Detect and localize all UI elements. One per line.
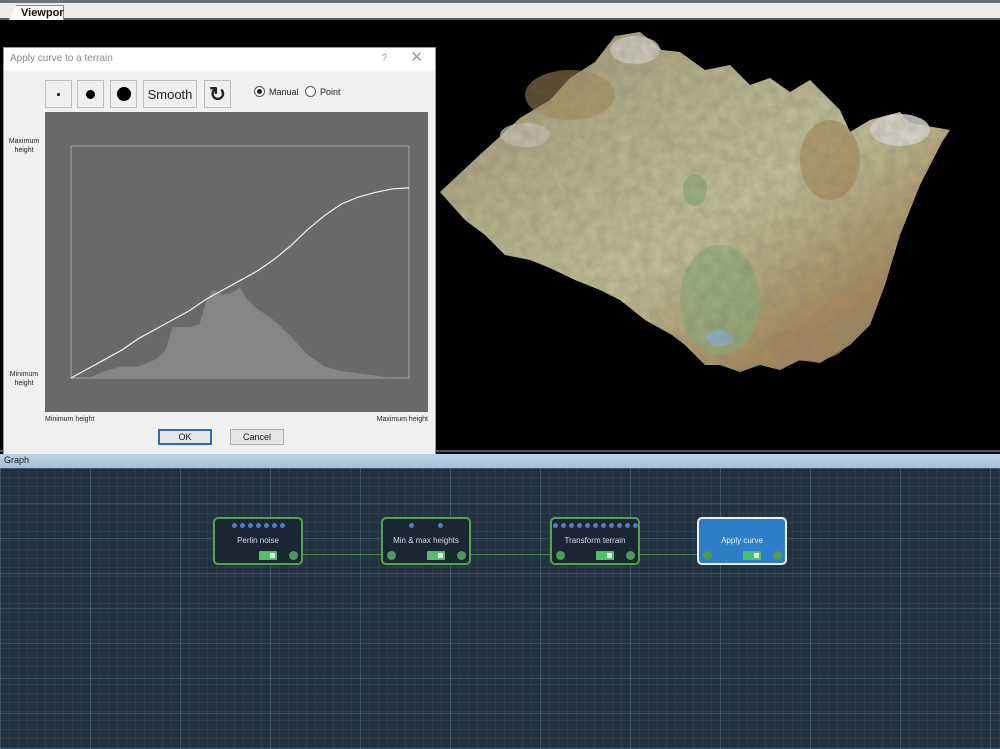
mode-manual-label: Manual <box>269 86 299 97</box>
edge-transform-to-applycurve <box>637 554 701 555</box>
input-ports <box>215 523 301 528</box>
mode-manual-radio[interactable]: Manual <box>254 86 299 97</box>
curve-editor-panel[interactable] <box>45 112 428 412</box>
edge-perlin-to-minmax <box>300 554 384 555</box>
reset-icon: ↻ <box>209 83 226 106</box>
ok-button[interactable]: OK <box>158 429 212 445</box>
input-port[interactable] <box>632 523 638 528</box>
node-title: Perlin noise <box>237 536 279 545</box>
y-min-label: Minimum height <box>6 370 42 388</box>
large-dot-icon <box>116 87 131 101</box>
input-ports <box>552 523 638 528</box>
graph-node-min-max-heights[interactable]: Min & max heights <box>381 517 471 565</box>
dialog-title-bar: Apply curve to a terrain ? ✕ <box>4 48 435 71</box>
output-port[interactable] <box>626 551 635 560</box>
dialog-title: Apply curve to a terrain <box>10 53 113 64</box>
input-port[interactable] <box>560 523 566 528</box>
graph-node-transform-terrain[interactable]: Transform terrain <box>550 517 640 565</box>
cancel-button[interactable]: Cancel <box>230 429 284 445</box>
input-port[interactable] <box>438 523 443 528</box>
height-histogram-area <box>71 287 409 378</box>
input-port[interactable] <box>409 523 414 528</box>
input-port[interactable] <box>255 523 261 528</box>
tab-strip: Viewport <box>0 0 1000 22</box>
y-max-label-line1: Maximum <box>8 138 40 145</box>
input-port[interactable] <box>239 523 245 528</box>
enable-toggle[interactable] <box>743 551 761 560</box>
enable-toggle[interactable] <box>259 551 277 560</box>
input-port[interactable] <box>247 523 253 528</box>
left-port[interactable] <box>703 551 712 560</box>
node-title: Apply curve <box>721 536 763 545</box>
output-port[interactable] <box>289 551 298 560</box>
node-title: Min & max heights <box>393 536 459 545</box>
input-port[interactable] <box>600 523 606 528</box>
enable-toggle[interactable] <box>427 551 445 560</box>
graph-panel-header: Graph <box>0 454 1000 468</box>
medium-dot-icon <box>86 89 95 99</box>
radio-selected-icon <box>254 86 265 97</box>
node-title: Transform terrain <box>564 536 626 545</box>
output-port[interactable] <box>457 551 466 560</box>
input-port[interactable] <box>279 523 285 528</box>
input-port[interactable] <box>568 523 574 528</box>
x-max-label: Maximum height <box>376 416 428 423</box>
input-port[interactable] <box>231 523 237 528</box>
brush-medium-button[interactable] <box>77 80 104 108</box>
input-port[interactable] <box>263 523 269 528</box>
input-port[interactable] <box>592 523 598 528</box>
edge-minmax-to-transform <box>468 554 552 555</box>
reset-button[interactable]: ↻ <box>204 80 231 108</box>
y-max-label-line2: height <box>14 147 34 154</box>
mode-point-label: Point <box>320 86 341 97</box>
input-port[interactable] <box>624 523 630 528</box>
terrain-render[interactable] <box>430 20 1000 450</box>
curve-chart[interactable] <box>45 112 428 412</box>
input-port[interactable] <box>576 523 582 528</box>
y-min-label-line2: height <box>14 380 34 387</box>
brush-large-button[interactable] <box>110 80 137 108</box>
radio-unselected-icon <box>305 86 316 97</box>
output-port[interactable] <box>773 551 782 560</box>
viewport[interactable]: Apply curve to a terrain ? ✕ Smooth ↻ Ma… <box>0 20 1000 462</box>
smooth-button[interactable]: Smooth <box>143 80 197 108</box>
enable-toggle[interactable] <box>596 551 614 560</box>
brush-small-button[interactable] <box>45 80 72 108</box>
input-port[interactable] <box>552 523 558 528</box>
mode-point-radio[interactable]: Point <box>305 86 341 97</box>
input-port[interactable] <box>584 523 590 528</box>
small-dot-icon <box>57 92 60 96</box>
x-min-label: Minimum height <box>45 416 95 423</box>
input-ports <box>383 523 469 528</box>
apply-curve-dialog: Apply curve to a terrain ? ✕ Smooth ↻ Ma… <box>3 47 436 462</box>
y-max-label: Maximum height <box>6 137 42 155</box>
close-button[interactable]: ✕ <box>410 50 423 66</box>
node-graph-canvas[interactable]: Perlin noise Min & max heights Transform t… <box>0 468 1000 749</box>
graph-node-perlin-noise[interactable]: Perlin noise <box>213 517 303 565</box>
input-port[interactable] <box>608 523 614 528</box>
y-min-label-line1: Minimum <box>9 371 39 378</box>
input-port[interactable] <box>271 523 277 528</box>
left-port[interactable] <box>387 551 396 560</box>
help-button[interactable]: ? <box>381 53 387 64</box>
left-port[interactable] <box>556 551 565 560</box>
graph-node-apply-curve[interactable]: Apply curve <box>697 517 787 565</box>
input-port[interactable] <box>616 523 622 528</box>
